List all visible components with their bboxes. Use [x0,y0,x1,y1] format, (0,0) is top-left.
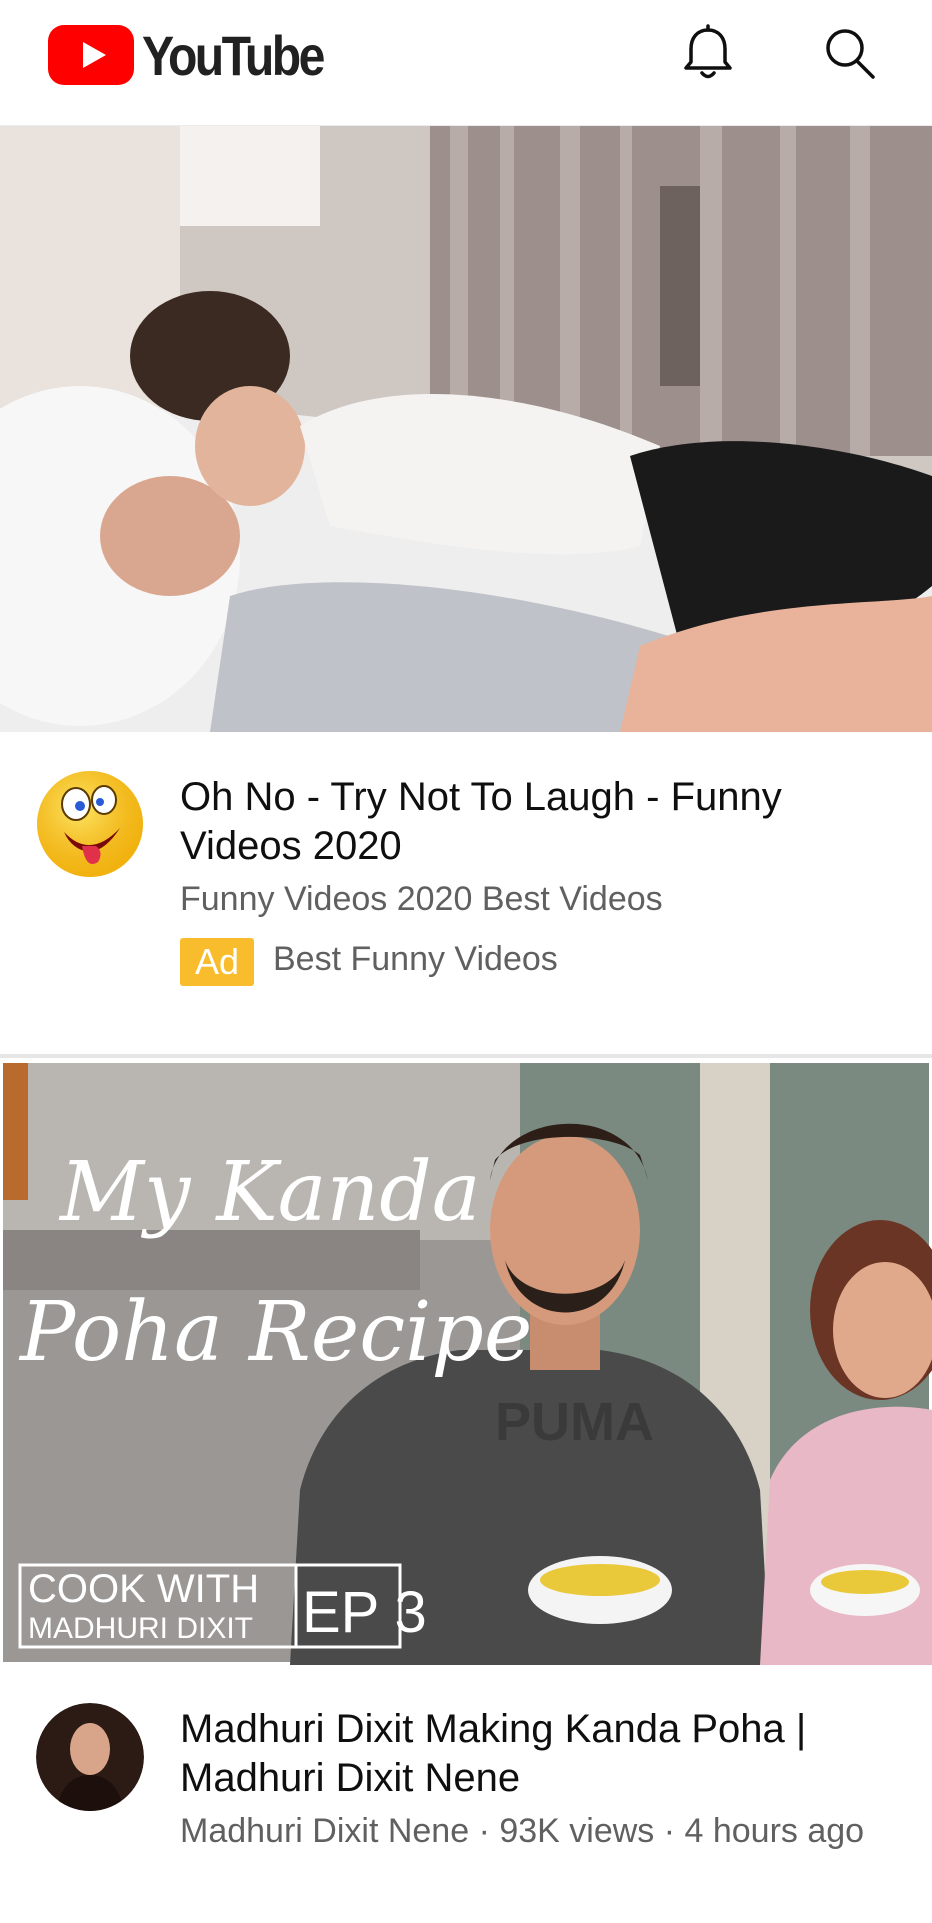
video-thumbnail[interactable]: PUMA My Kanda Poha Recipe COOK WITH MADH… [0,1060,932,1665]
video-title[interactable]: Madhuri Dixit Making Kanda Poha | Madhur… [180,1705,900,1803]
channel-avatar[interactable] [36,1703,144,1811]
youtube-logo[interactable]: YouTube [48,23,352,87]
thumbnail-photo [0,126,932,732]
channel-avatar-photo [36,1703,144,1811]
thumbnail-title-line2: Poha Recipe [18,1285,532,1380]
series-line2: MADHURI DIXIT [28,1612,253,1645]
video-title[interactable]: Oh No - Try Not To Laugh - Funny Videos … [180,773,900,871]
shirt-text: PUMA [495,1392,654,1452]
search-icon[interactable] [818,22,882,86]
section-divider [0,1054,932,1058]
youtube-play-icon [48,25,134,85]
youtube-logo-text: YouTube [142,23,325,87]
series-line1: COOK WITH [28,1567,259,1611]
thumbnail-photo: PUMA My Kanda Poha Recipe COOK WITH MADH… [0,1060,932,1665]
thumbnail-title-line1: My Kanda [58,1145,481,1240]
advertiser-name: Best Funny Videos [273,940,558,978]
channel-name[interactable]: Funny Videos 2020 Best Videos [180,880,663,919]
top-app-bar: YouTube [0,0,932,126]
ad-video-thumbnail[interactable] [0,126,932,732]
channel-avatar[interactable] [36,770,144,878]
ad-badge: Ad [180,938,254,986]
notifications-icon[interactable] [676,22,740,86]
laughing-emoji-icon [37,771,143,877]
video-meta: Madhuri Dixit Nene · 93K views · 4 hours… [180,1812,865,1850]
episode-label: EP 3 [302,1580,427,1645]
